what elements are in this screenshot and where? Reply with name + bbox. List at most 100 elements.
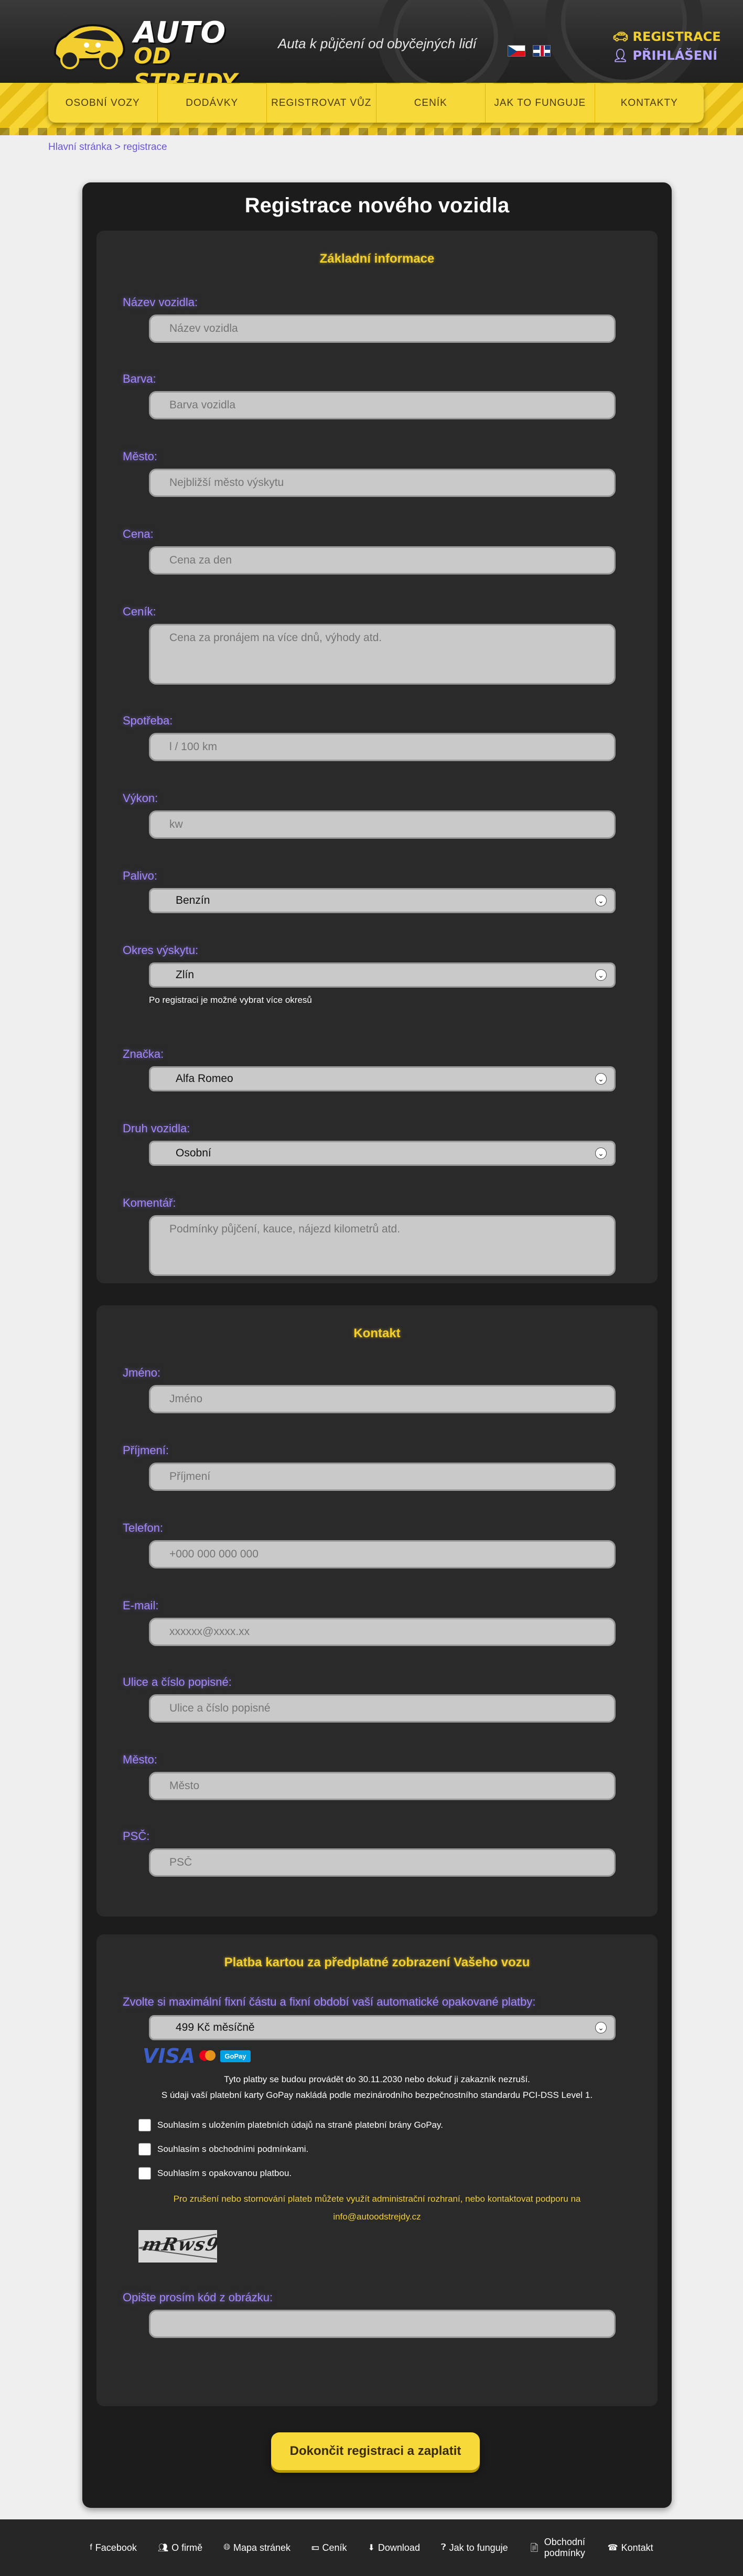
nav-item-registrovat-vuz[interactable]: REGISTROVAT VŮZ bbox=[267, 84, 376, 123]
footer-label: Jak to funguje bbox=[449, 2542, 508, 2553]
footer-label: Mapa stránek bbox=[233, 2542, 291, 2553]
field-price: Cena: bbox=[123, 527, 616, 575]
nav-item-dodavky[interactable]: DODÁVKY bbox=[158, 84, 267, 123]
checkbox-label: Souhlasím s uložením platebních údajů na… bbox=[157, 2120, 443, 2130]
brand-select[interactable]: Alfa Romeo ⌄ bbox=[149, 1066, 616, 1091]
field-zip: PSČ: bbox=[123, 1830, 616, 1877]
plan-select[interactable]: 499 Kč měsíčně ⌄ bbox=[149, 2015, 616, 2040]
register-link[interactable]: 🚗︎ REGISTRACE bbox=[612, 29, 721, 44]
footer-link-terms[interactable]: 📄︎ Obchodní podmínky bbox=[529, 2537, 587, 2559]
field-firstname: Jméno: bbox=[123, 1366, 616, 1413]
city-input[interactable] bbox=[149, 469, 616, 497]
field-power: Výkon: bbox=[123, 792, 616, 839]
fuel-select[interactable]: Benzín ⌄ bbox=[149, 888, 616, 913]
main-nav: OSOBNÍ VOZY DODÁVKY REGISTROVAT VŮZ CENÍ… bbox=[48, 84, 704, 123]
nav-item-osobni-vozy[interactable]: OSOBNÍ VOZY bbox=[48, 84, 158, 123]
auth-links: 🚗︎ REGISTRACE 👤︎ PŘIHLÁŠENÍ bbox=[612, 29, 721, 67]
footer-link-how-it-works[interactable]: ❓︎ Jak to funguje bbox=[441, 2542, 508, 2553]
checkbox[interactable] bbox=[138, 2119, 151, 2131]
field-pricelist: Ceník: bbox=[123, 605, 616, 685]
color-input[interactable] bbox=[149, 391, 616, 419]
section-title: Platba kartou za předplatné zobrazení Va… bbox=[224, 1955, 530, 1969]
car-icon: 🚗︎ bbox=[612, 29, 629, 44]
email-input[interactable] bbox=[149, 1618, 616, 1646]
field-label: Palivo: bbox=[123, 869, 158, 882]
field-label: Spotřeba: bbox=[123, 714, 173, 727]
firstname-input[interactable] bbox=[149, 1385, 616, 1413]
consumption-input[interactable] bbox=[149, 733, 616, 761]
footer-label: Kontakt bbox=[621, 2542, 653, 2553]
support-email-link[interactable]: info@autoodstrejdy.cz bbox=[96, 2208, 658, 2226]
field-fuel: Palivo: Benzín ⌄ bbox=[123, 869, 616, 913]
field-label: PSČ: bbox=[123, 1830, 150, 1843]
footer-link-facebook[interactable]: f Facebook bbox=[90, 2542, 137, 2553]
street-input[interactable] bbox=[149, 1694, 616, 1723]
contact-city-input[interactable] bbox=[149, 1772, 616, 1800]
footer-link-sitemap[interactable]: 🌐︎ Mapa stránek bbox=[223, 2542, 290, 2553]
vehicle-name-input[interactable] bbox=[149, 315, 616, 343]
power-input[interactable] bbox=[149, 810, 616, 839]
breadcrumb-separator: > bbox=[112, 142, 124, 153]
visa-logo: VISA bbox=[143, 2044, 196, 2068]
field-vehicle-name: Název vozidla: bbox=[123, 296, 616, 343]
field-district: Okres výskytu: Zlín ⌄ Po registraci je m… bbox=[123, 944, 616, 1005]
footer-link-pricing[interactable]: 💵︎ Ceník bbox=[311, 2542, 347, 2553]
field-label: Komentář: bbox=[123, 1196, 176, 1209]
phone-input[interactable] bbox=[149, 1540, 616, 1568]
field-label: Město: bbox=[123, 450, 158, 463]
user-icon: 👤︎ bbox=[612, 48, 629, 63]
gopay-logo: GoPay bbox=[220, 2050, 251, 2062]
checkbox[interactable] bbox=[138, 2143, 151, 2156]
document-icon: 📄︎ bbox=[529, 2543, 540, 2552]
fuel-select-value: Benzín bbox=[176, 894, 210, 906]
submit-button[interactable]: Dokončit registraci a zaplatit bbox=[271, 2432, 480, 2470]
registration-card: Registrace nového vozidla Základní infor… bbox=[82, 182, 672, 2508]
brand-select-value: Alfa Romeo bbox=[176, 1073, 233, 1085]
price-input[interactable] bbox=[149, 546, 616, 575]
payment-section: Platba kartou za předplatné zobrazení Va… bbox=[96, 1934, 658, 2406]
money-icon: 💵︎ bbox=[311, 2543, 319, 2552]
nav-item-jak-to-funguje[interactable]: JAK TO FUNGUJE bbox=[486, 84, 595, 123]
pricelist-textarea[interactable] bbox=[149, 624, 616, 685]
section-title: Základní informace bbox=[319, 252, 435, 266]
field-contact-city: Město: bbox=[123, 1753, 616, 1800]
surname-input[interactable] bbox=[149, 1463, 616, 1491]
checkbox[interactable] bbox=[138, 2167, 151, 2180]
field-comment: Komentář: bbox=[123, 1196, 616, 1276]
field-vehicle-type: Druh vozidla: Osobní ⌄ bbox=[123, 1122, 616, 1166]
field-city: Město: bbox=[123, 450, 616, 497]
nav-item-kontakty[interactable]: KONTAKTY bbox=[595, 84, 704, 123]
field-phone: Telefon: bbox=[123, 1521, 616, 1568]
field-label: Ceník: bbox=[123, 605, 156, 618]
comment-textarea[interactable] bbox=[149, 1215, 616, 1276]
consent-gopay[interactable]: Souhlasím s uložením platebních údajů na… bbox=[138, 2119, 443, 2131]
district-select[interactable]: Zlín ⌄ bbox=[149, 962, 616, 988]
car-logo-icon bbox=[53, 24, 125, 69]
footer-link-download[interactable]: ⬇︎ Download bbox=[368, 2542, 420, 2553]
chevron-down-icon: ⌄ bbox=[595, 1148, 607, 1159]
field-captcha: Opište prosím kód z obrázku: bbox=[123, 2291, 616, 2338]
english-flag-icon[interactable] bbox=[533, 45, 551, 57]
login-link[interactable]: 👤︎ PŘIHLÁŠENÍ bbox=[612, 48, 721, 63]
site-logo[interactable]: AUTO OD STREJDY bbox=[50, 16, 249, 94]
payment-card-logos: VISA GoPay bbox=[143, 2044, 251, 2068]
footer-link-contact[interactable]: ☎︎ Kontakt bbox=[608, 2542, 653, 2553]
captcha-input[interactable] bbox=[149, 2310, 616, 2338]
breadcrumb-home[interactable]: Hlavní stránka bbox=[48, 142, 112, 153]
chevron-down-icon: ⌄ bbox=[595, 1073, 607, 1085]
field-label: Příjmení: bbox=[123, 1444, 169, 1457]
language-switcher bbox=[508, 45, 551, 57]
nav-item-cenik[interactable]: CENÍK bbox=[376, 84, 486, 123]
consent-recurring[interactable]: Souhlasím s opakovanou platbou. bbox=[138, 2167, 292, 2180]
footer-link-about[interactable]: 👥︎ O firmě bbox=[158, 2542, 202, 2553]
consent-terms[interactable]: Souhlasím s obchodními podmínkami. bbox=[138, 2143, 308, 2156]
breadcrumb: Hlavní stránka > registrace bbox=[48, 142, 167, 153]
vehicle-type-select[interactable]: Osobní ⌄ bbox=[149, 1141, 616, 1166]
site-header: AUTO OD STREJDY Auta k půjčení od obyčej… bbox=[0, 0, 743, 94]
footer-label: Ceník bbox=[322, 2542, 347, 2553]
czech-flag-icon[interactable] bbox=[508, 45, 525, 57]
checkbox-label: Souhlasím s opakovanou platbou. bbox=[157, 2168, 292, 2178]
field-label: Výkon: bbox=[123, 792, 158, 805]
zip-input[interactable] bbox=[149, 1848, 616, 1877]
users-icon: 👥︎ bbox=[157, 2543, 169, 2552]
